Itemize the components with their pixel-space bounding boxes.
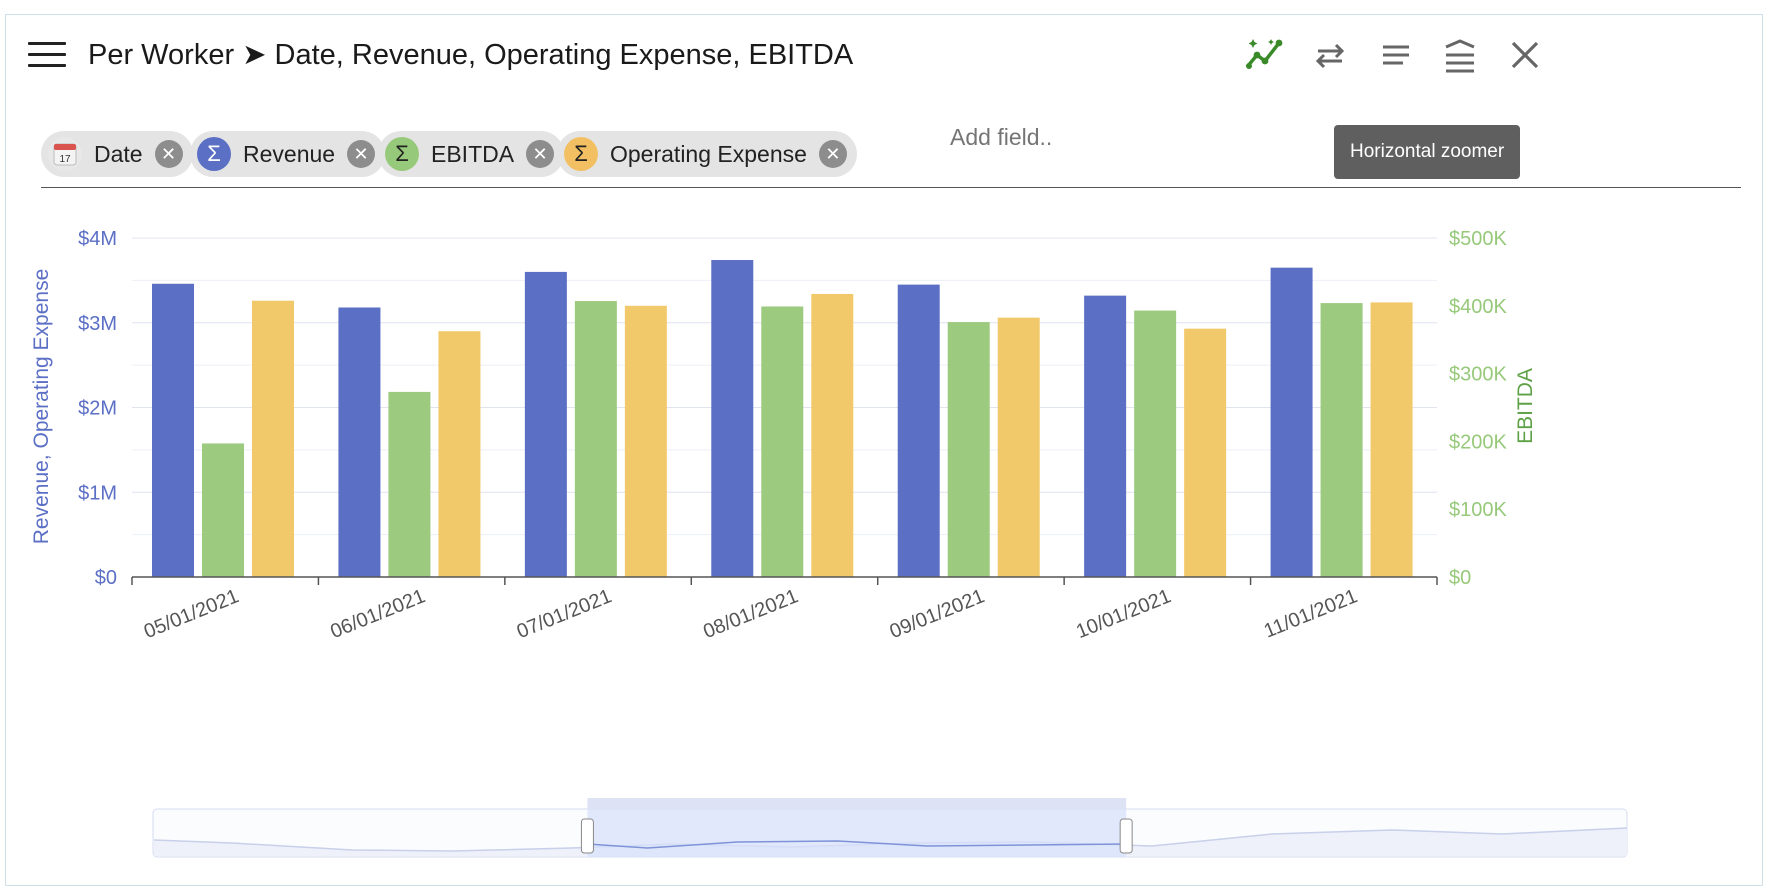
y-right-axis-title: EBITDA	[1514, 368, 1537, 444]
bar[interactable]	[897, 284, 940, 577]
bar[interactable]	[202, 443, 244, 577]
y-tick-label: $2M	[78, 398, 117, 420]
y-right-tick-label: $300K	[1449, 364, 1507, 386]
bar[interactable]	[524, 271, 567, 577]
bar[interactable]	[388, 391, 431, 577]
y-right-tick-label: $500K	[1449, 228, 1507, 250]
bar[interactable]	[1134, 310, 1177, 577]
bar[interactable]	[438, 331, 481, 577]
bar[interactable]	[574, 301, 617, 577]
bar-chart: $0 $1M $2M $3M $4M $0 $100K $200K $300K $400K $500…	[30, 228, 1537, 643]
bar[interactable]	[1270, 267, 1313, 577]
bar[interactable]	[1370, 302, 1413, 577]
y-axis-title: Revenue, Operating Expense	[30, 269, 53, 545]
x-tick-label: 09/01/2021	[887, 585, 988, 643]
x-tick-label: 06/01/2021	[327, 585, 428, 643]
bar[interactable]	[811, 293, 854, 577]
bar[interactable]	[338, 307, 381, 577]
bar[interactable]	[997, 317, 1040, 577]
y-tick-label: $0	[95, 567, 117, 589]
zoomer-selection[interactable]	[580, 798, 1133, 857]
bar[interactable]	[1184, 328, 1227, 577]
zoomer-left-handle[interactable]	[580, 818, 594, 854]
x-tick-label: 07/01/2021	[514, 585, 615, 643]
bar[interactable]	[711, 260, 754, 577]
zoomer-right-handle[interactable]	[1119, 818, 1133, 854]
x-tick-label: 08/01/2021	[700, 585, 801, 643]
y-tick-label: $3M	[78, 313, 117, 335]
bar[interactable]	[1084, 295, 1127, 577]
x-tick-label: 05/01/2021	[141, 585, 242, 643]
y-right-tick-label: $0	[1449, 567, 1471, 589]
y-right-tick-label: $200K	[1449, 431, 1507, 453]
bar[interactable]	[624, 305, 667, 577]
y-tick-label: $4M	[78, 228, 117, 250]
y-tick-label: $1M	[78, 482, 117, 504]
y-right-tick-label: $100K	[1449, 499, 1507, 521]
bar[interactable]	[761, 306, 804, 577]
y-right-tick-label: $400K	[1449, 296, 1507, 318]
horizontal-zoomer[interactable]	[152, 798, 1628, 858]
x-tick-label: 11/01/2021	[1261, 585, 1361, 642]
x-tick-label: 10/01/2021	[1073, 585, 1174, 643]
bar[interactable]	[947, 322, 990, 577]
bar[interactable]	[152, 283, 194, 577]
bar[interactable]	[252, 300, 294, 577]
bar[interactable]	[1320, 303, 1363, 577]
